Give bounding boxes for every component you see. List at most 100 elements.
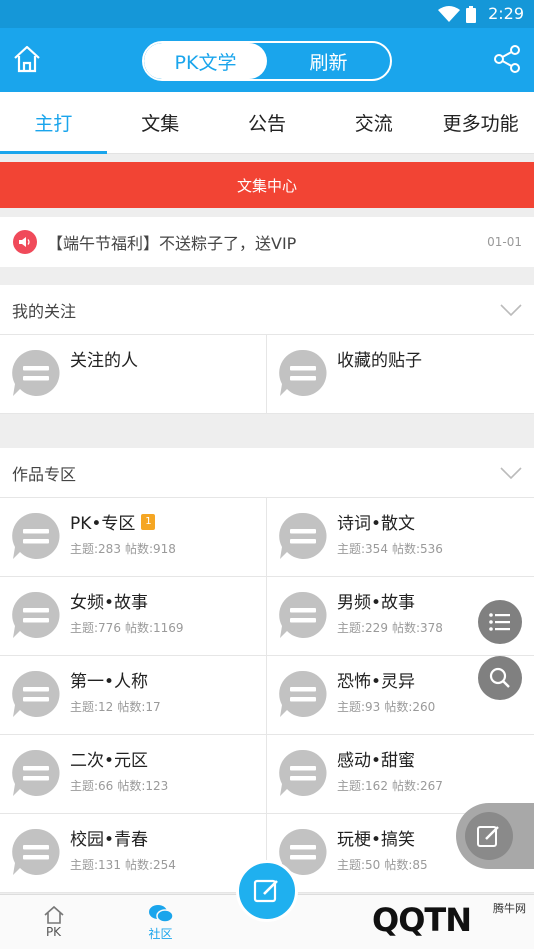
share-icon[interactable] <box>492 44 522 74</box>
board-title: 女频•故事 <box>70 593 149 613</box>
follow-item-people[interactable]: 关注的人 <box>0 335 267 414</box>
forum-bubble-icon <box>12 349 60 396</box>
home-icon <box>43 905 64 924</box>
forum-board[interactable]: 诗词•散文主题:354 帖数:536 <box>267 498 534 577</box>
segment-refresh[interactable]: 刷新 <box>267 43 390 79</box>
top-tabs: 主打 文集 公告 交流 更多功能 <box>0 92 534 154</box>
board-topics: 主题:50 <box>337 858 381 872</box>
board-posts: 帖数:17 <box>117 700 161 714</box>
tab-communication[interactable]: 交流 <box>320 92 427 153</box>
edit-icon <box>253 879 278 903</box>
board-stats: 主题:776 帖数:1169 <box>70 619 184 636</box>
board-badge: 1 <box>141 513 156 530</box>
board-posts: 帖数:260 <box>384 700 436 714</box>
forum-bubble-icon <box>12 512 60 559</box>
board-title: 男频•故事 <box>337 593 416 613</box>
forum-bubble-icon <box>12 828 60 875</box>
section-title: 我的关注 <box>12 301 77 321</box>
forum-bubble-icon <box>279 670 327 717</box>
board-posts: 帖数:267 <box>391 779 443 793</box>
status-bar: 2:29 <box>0 0 534 28</box>
board-posts: 帖数:1169 <box>124 621 184 635</box>
board-name: 恐怖•灵异 <box>337 667 435 692</box>
board-title: 诗词•散文 <box>337 514 416 534</box>
board-posts: 帖数:378 <box>391 621 443 635</box>
works-header[interactable]: 作品专区 <box>0 448 534 498</box>
board-topics: 主题:776 <box>70 621 121 635</box>
board-topics: 主题:131 <box>70 858 121 872</box>
board-name: 诗词•散文 <box>337 509 443 534</box>
list-icon <box>489 613 510 631</box>
section-title: 作品专区 <box>12 464 77 484</box>
tab-more-features[interactable]: 更多功能 <box>427 92 534 153</box>
item-name: 收藏的贴子 <box>337 351 422 371</box>
board-posts: 帖数:536 <box>391 542 443 556</box>
forum-bubble-icon <box>12 749 60 796</box>
board-name: 感动•甜蜜 <box>337 746 443 771</box>
board-title: 感动•甜蜜 <box>337 751 416 771</box>
forum-bubble-icon <box>279 591 327 638</box>
forum-bubble-icon <box>12 591 60 638</box>
board-topics: 主题:354 <box>337 542 388 556</box>
board-name: 二次•元区 <box>70 746 168 771</box>
segment-pk-literature[interactable]: PK文学 <box>144 43 267 79</box>
board-name: PK•专区 1 <box>70 509 176 534</box>
notice-bar[interactable]: 【端午节福利】不送粽子了，送VIP 01-01 <box>0 217 534 267</box>
board-topics: 主题:162 <box>337 779 388 793</box>
board-name: 女频•故事 <box>70 588 184 613</box>
board-stats: 主题:354 帖数:536 <box>337 540 443 557</box>
my-follow-section: 我的关注 关注的人 收藏的贴子 <box>0 285 534 414</box>
board-title: 玩梗•搞笑 <box>337 830 416 850</box>
clock: 2:29 <box>488 4 524 23</box>
board-title: 校园•青春 <box>70 830 149 850</box>
chat-bubbles-icon <box>148 904 174 923</box>
my-follow-header[interactable]: 我的关注 <box>0 285 534 335</box>
watermark-brand: QQTN <box>372 900 472 939</box>
tab-main[interactable]: 主打 <box>0 92 107 154</box>
forum-bubble-icon <box>279 512 327 559</box>
chevron-down-icon <box>500 466 522 479</box>
battery-icon <box>466 6 476 23</box>
board-title: 恐怖•灵异 <box>337 672 416 692</box>
item-name: 关注的人 <box>70 351 138 371</box>
tab-announcement[interactable]: 公告 <box>214 92 321 153</box>
board-stats: 主题:50 帖数:85 <box>337 856 428 873</box>
search-fab[interactable] <box>478 656 522 700</box>
edit-icon <box>477 826 499 847</box>
collection-center-banner[interactable]: 文集中心 <box>0 162 534 208</box>
search-icon <box>489 667 510 688</box>
tab-collection[interactable]: 文集 <box>107 92 214 153</box>
board-stats: 主题:162 帖数:267 <box>337 777 443 794</box>
compose-button[interactable] <box>236 860 298 922</box>
header-segment: PK文学 刷新 <box>142 41 392 81</box>
board-topics: 主题:283 <box>70 542 121 556</box>
follow-item-saved-posts[interactable]: 收藏的贴子 <box>267 335 534 414</box>
forum-board[interactable]: 第一•人称主题:12 帖数:17 <box>0 656 267 735</box>
nav-community[interactable]: 社区 <box>107 895 214 949</box>
wifi-icon <box>438 6 460 22</box>
forum-board[interactable]: 女频•故事主题:776 帖数:1169 <box>0 577 267 656</box>
nav-pk[interactable]: PK <box>0 895 107 949</box>
nav-label: 社区 <box>148 926 173 941</box>
watermark: QQTN 腾牛网 <box>330 890 534 949</box>
chevron-down-icon <box>500 303 522 316</box>
speaker-icon <box>13 230 37 254</box>
nav-label: PK <box>45 925 62 939</box>
forum-board[interactable]: 二次•元区主题:66 帖数:123 <box>0 735 267 814</box>
board-title: PK•专区 <box>70 514 136 534</box>
home-icon[interactable] <box>12 44 42 74</box>
board-stats: 主题:66 帖数:123 <box>70 777 168 794</box>
board-stats: 主题:283 帖数:918 <box>70 540 176 557</box>
board-name: 男频•故事 <box>337 588 443 613</box>
notice-text: 【端午节福利】不送粽子了，送VIP <box>47 234 297 253</box>
notice-date: 01-01 <box>487 235 522 249</box>
edit-fab[interactable] <box>465 812 513 860</box>
watermark-tag: 腾牛网 <box>493 902 526 915</box>
forum-board[interactable]: 校园•青春 主题:131 帖数:254 <box>0 814 267 893</box>
list-fab[interactable] <box>478 600 522 644</box>
board-stats: 主题:12 帖数:17 <box>70 698 161 715</box>
board-topics: 主题:66 <box>70 779 114 793</box>
board-title: 第一•人称 <box>70 672 149 692</box>
board-stats: 主题:93 帖数:260 <box>337 698 435 715</box>
forum-board[interactable]: PK•专区 1 主题:283 帖数:918 <box>0 498 267 577</box>
